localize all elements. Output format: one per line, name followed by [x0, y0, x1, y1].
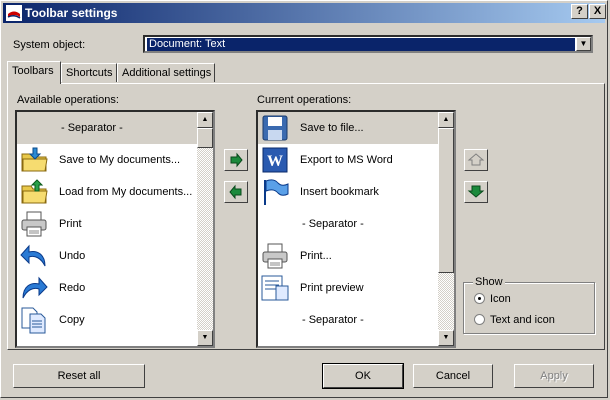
tab-label: Shortcuts [66, 67, 113, 79]
list-item-label: Load from My documents... [59, 186, 193, 198]
list-item[interactable]: Load from My documents... [17, 176, 197, 208]
tab-shortcuts[interactable]: Shortcuts [61, 63, 117, 82]
tab-label: Toolbars [12, 65, 54, 77]
reset-all-button[interactable]: Reset all [13, 364, 145, 388]
print-preview-icon [260, 274, 290, 302]
apply-button[interactable]: Apply [514, 364, 594, 388]
scroll-down-icon[interactable]: ▼ [438, 330, 454, 346]
copy-icon [19, 306, 49, 334]
list-item-label: Redo [59, 282, 86, 294]
list-item[interactable]: - Separator - [17, 112, 197, 144]
list-item-label: Export to MS Word [300, 154, 393, 166]
show-icon-radio[interactable] [474, 293, 485, 304]
arrow-up-icon [467, 153, 485, 166]
system-object-label: System object: [13, 39, 86, 51]
list-item-label: - Separator - [302, 218, 364, 230]
list-item-label: Undo [59, 250, 86, 262]
list-item[interactable]: Undo [17, 240, 197, 272]
redo-icon [19, 274, 49, 302]
ok-button[interactable]: OK [322, 363, 404, 389]
title-bar[interactable]: Toolbar settings [3, 3, 605, 23]
list-item-label: Print preview [300, 282, 364, 294]
list-item-label: Save to file... [300, 122, 364, 134]
folder-save-icon [19, 146, 49, 174]
list-item-label: Print [59, 218, 82, 230]
undo-icon [19, 242, 49, 270]
cancel-button[interactable]: Cancel [413, 364, 493, 388]
floppy-icon [260, 114, 290, 142]
list-item[interactable]: Print [17, 208, 197, 240]
dialog-window: Toolbar settings ? X System object: Docu… [0, 0, 608, 398]
list-item-label: Save to My documents... [59, 154, 181, 166]
available-scrollbar[interactable]: ▲ ▼ [197, 112, 213, 346]
show-text-and-icon-radio[interactable] [474, 314, 485, 325]
arrow-right-icon [230, 152, 243, 168]
svg-text:W: W [267, 153, 283, 170]
show-group [463, 282, 595, 334]
scroll-thumb[interactable] [438, 128, 454, 273]
list-item-label: Insert bookmark [300, 186, 379, 198]
list-item[interactable]: Redo [17, 272, 197, 304]
list-item[interactable]: Print... [258, 240, 438, 272]
current-scrollbar[interactable]: ▲ ▼ [438, 112, 454, 346]
current-operations-list[interactable]: Save to file... W Export to MS Word Insert … [256, 110, 456, 348]
help-button[interactable]: ? [571, 4, 588, 19]
list-item[interactable]: Save to My documents... [17, 144, 197, 176]
app-logo-icon [6, 5, 22, 21]
word-icon: W [260, 146, 290, 174]
available-operations-list[interactable]: - Separator - Save to My documents... Load… [15, 110, 215, 348]
bookmark-flag-icon [260, 178, 290, 206]
tab-additional-settings[interactable]: Additional settings [117, 63, 215, 82]
system-object-select[interactable]: Document: Text ▼ [143, 35, 593, 53]
close-button[interactable]: X [589, 4, 606, 19]
show-group-label: Show [473, 276, 505, 288]
available-operations-label: Available operations: [17, 94, 119, 106]
scroll-thumb[interactable] [197, 128, 213, 148]
list-item[interactable]: Save to file... [258, 112, 438, 144]
list-item-label: - Separator - [61, 122, 123, 134]
scroll-up-icon[interactable]: ▲ [197, 112, 213, 128]
tab-toolbars[interactable]: Toolbars [7, 61, 61, 84]
folder-load-icon [19, 178, 49, 206]
remove-operation-button[interactable] [224, 181, 248, 203]
list-item-label: Print... [300, 250, 332, 262]
list-item[interactable]: - Separator - [258, 304, 438, 336]
tab-label: Additional settings [122, 67, 212, 79]
move-up-button[interactable] [464, 149, 488, 171]
window-title: Toolbar settings [25, 6, 118, 20]
list-item[interactable]: Insert bookmark [258, 176, 438, 208]
arrow-left-icon [229, 184, 242, 200]
list-item[interactable]: W Export to MS Word [258, 144, 438, 176]
system-object-value: Document: Text [147, 38, 575, 51]
list-item-label: Copy [59, 314, 85, 326]
add-operation-button[interactable] [224, 149, 248, 171]
printer-icon [260, 242, 290, 270]
scroll-up-icon[interactable]: ▲ [438, 112, 454, 128]
current-operations-label: Current operations: [257, 94, 352, 106]
list-item[interactable]: Print preview [258, 272, 438, 304]
list-item[interactable]: - Separator - [258, 208, 438, 240]
arrow-down-icon [467, 185, 485, 198]
scroll-down-icon[interactable]: ▼ [197, 330, 213, 346]
list-item[interactable]: Copy [17, 304, 197, 336]
list-item-label: - Separator - [302, 314, 364, 326]
move-down-button[interactable] [464, 181, 488, 203]
printer-icon [19, 210, 49, 238]
chevron-down-icon[interactable]: ▼ [576, 37, 591, 51]
show-text-and-icon-label: Text and icon [490, 314, 555, 326]
show-icon-label: Icon [490, 293, 511, 305]
